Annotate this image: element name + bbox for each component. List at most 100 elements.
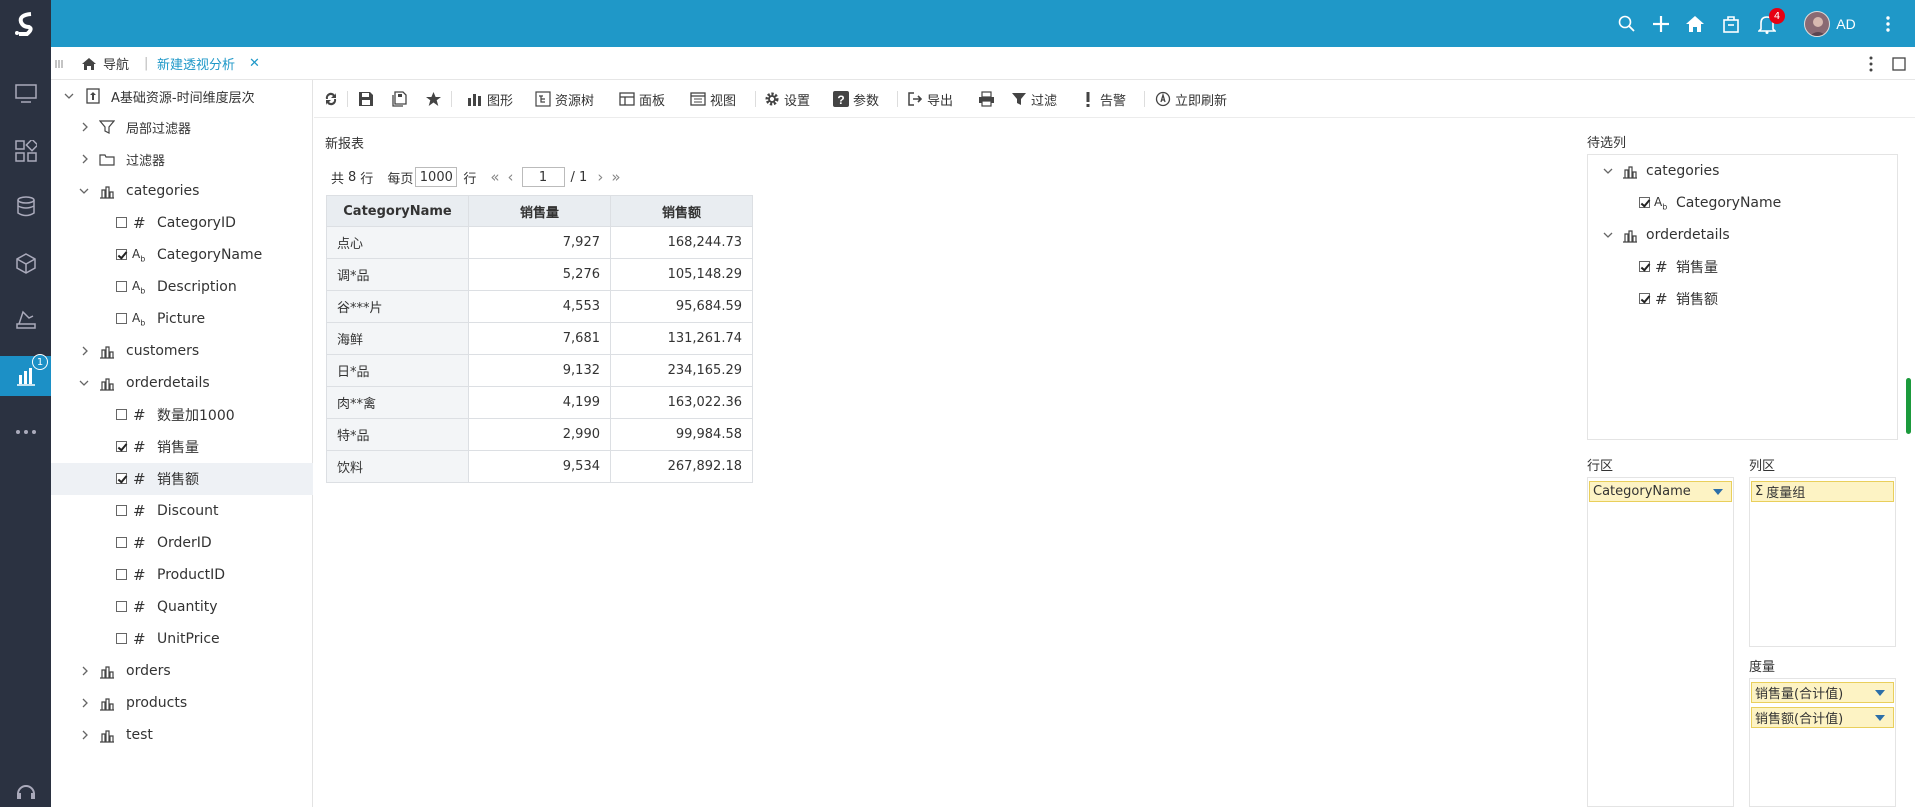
table-cell[interactable]: 7,927	[468, 226, 611, 259]
chart-button[interactable]: 图形	[467, 89, 513, 109]
save-as-icon[interactable]	[392, 89, 412, 109]
tree-table-categories[interactable]: categories	[51, 175, 313, 207]
table-cell[interactable]: 海鲜	[326, 322, 469, 355]
table-cell[interactable]: 肉**禽	[326, 386, 469, 419]
tree-field[interactable]: Ab Picture	[51, 303, 313, 335]
app-logo[interactable]	[0, 0, 51, 47]
chevron-right-icon[interactable]	[79, 697, 91, 709]
table-cell[interactable]: 9,132	[468, 354, 611, 387]
field-checkbox[interactable]	[116, 441, 127, 452]
field-checkbox[interactable]	[1639, 261, 1650, 272]
tree-field[interactable]: # OrderID	[51, 527, 313, 559]
column-header[interactable]: 销售量	[468, 195, 611, 227]
tree-field-selected[interactable]: # 销售额	[51, 463, 313, 495]
candidate-table-orderdetails[interactable]: orderdetails	[1588, 219, 1897, 251]
monitor-icon[interactable]	[0, 74, 51, 114]
chevron-down-icon[interactable]	[78, 185, 90, 197]
chevron-right-icon[interactable]	[79, 729, 91, 741]
measure-zone[interactable]: 销售量(合计值) 销售额(合计值)	[1749, 678, 1896, 807]
measure-pill[interactable]: 销售额(合计值)	[1751, 707, 1894, 728]
table-cell[interactable]: 95,684.59	[610, 290, 753, 323]
table-cell[interactable]: 9,534	[468, 450, 611, 483]
table-cell[interactable]: 饮料	[326, 450, 469, 483]
view-button[interactable]: 视图	[690, 89, 736, 109]
field-checkbox[interactable]	[116, 313, 127, 324]
column-zone[interactable]: Σ 度量组	[1749, 477, 1896, 647]
row-zone[interactable]: CategoryName	[1587, 477, 1734, 807]
table-cell[interactable]: 4,199	[468, 386, 611, 419]
table-cell[interactable]: 日*品	[326, 354, 469, 387]
refresh-icon[interactable]	[323, 89, 343, 109]
next-page-icon[interactable]: ›	[597, 168, 603, 186]
candidate-table-categories[interactable]: categories	[1588, 155, 1897, 187]
chevron-down-icon[interactable]	[1602, 165, 1614, 177]
params-button[interactable]: ? 参数	[833, 89, 879, 109]
table-cell[interactable]: 267,892.18	[610, 450, 753, 483]
package-icon[interactable]	[1719, 12, 1743, 36]
chevron-right-icon[interactable]	[79, 153, 91, 165]
support-icon[interactable]	[0, 772, 51, 812]
table-cell[interactable]: 谷***片	[326, 290, 469, 323]
field-checkbox[interactable]	[116, 601, 127, 612]
field-checkbox[interactable]	[116, 505, 127, 516]
candidate-field[interactable]: Ab CategoryName	[1588, 187, 1897, 219]
field-checkbox[interactable]	[116, 217, 127, 228]
field-checkbox[interactable]	[1639, 197, 1650, 208]
last-page-icon[interactable]: »	[611, 168, 620, 186]
graduation-icon[interactable]	[0, 299, 51, 339]
table-cell[interactable]: 7,681	[468, 322, 611, 355]
tree-table-customers[interactable]: customers	[51, 335, 313, 367]
field-checkbox[interactable]	[116, 633, 127, 644]
close-icon[interactable]: ✕	[249, 56, 260, 71]
tree-table-orderdetails[interactable]: orderdetails	[51, 367, 313, 399]
filter-button[interactable]: 过滤	[1011, 89, 1057, 109]
table-cell[interactable]: 234,165.29	[610, 354, 753, 387]
chevron-down-icon[interactable]	[1875, 690, 1885, 696]
tree-table-test[interactable]: test	[51, 719, 313, 751]
tree-field[interactable]: # Quantity	[51, 591, 313, 623]
scrollbar-thumb[interactable]	[1906, 378, 1911, 434]
chevron-right-icon[interactable]	[79, 121, 91, 133]
table-cell[interactable]: 2,990	[468, 418, 611, 451]
database-icon[interactable]	[0, 187, 51, 227]
save-icon[interactable]	[358, 89, 378, 109]
table-cell[interactable]: 调*品	[326, 258, 469, 291]
tree-field[interactable]: # UnitPrice	[51, 623, 313, 655]
refresh-now-button[interactable]: 立即刷新	[1155, 89, 1227, 109]
tree-field[interactable]: Ab CategoryName	[51, 239, 313, 271]
tree-field[interactable]: # 数量加1000	[51, 399, 313, 431]
table-cell[interactable]: 点心	[326, 226, 469, 259]
kebab-menu-icon[interactable]	[1881, 12, 1895, 36]
user-name[interactable]: AD	[1829, 12, 1863, 36]
table-cell[interactable]: 131,261.74	[610, 322, 753, 355]
field-checkbox[interactable]	[1639, 293, 1650, 304]
tree-filter[interactable]: 过滤器	[51, 143, 313, 175]
more-icon[interactable]	[0, 412, 51, 452]
tree-field[interactable]: # Discount	[51, 495, 313, 527]
dashboard-icon[interactable]	[0, 131, 51, 171]
settings-button[interactable]: 设置	[764, 89, 810, 109]
field-checkbox[interactable]	[116, 569, 127, 580]
tree-field[interactable]: # ProductID	[51, 559, 313, 591]
field-checkbox[interactable]	[116, 409, 127, 420]
table-cell[interactable]: 5,276	[468, 258, 611, 291]
table-cell[interactable]: 4,553	[468, 290, 611, 323]
table-cell[interactable]: 特*品	[326, 418, 469, 451]
prev-page-icon[interactable]: ‹	[508, 168, 514, 186]
chevron-down-icon[interactable]	[78, 377, 90, 389]
add-icon[interactable]	[1649, 12, 1673, 36]
tab-kebab-icon[interactable]	[1869, 47, 1873, 80]
first-page-icon[interactable]: «	[490, 168, 499, 186]
tree-local-filter[interactable]: 局部过滤器	[51, 111, 313, 143]
field-checkbox[interactable]	[116, 537, 127, 548]
tree-field[interactable]: # CategoryID	[51, 207, 313, 239]
tree-table-orders[interactable]: orders	[51, 655, 313, 687]
home-icon[interactable]	[1683, 12, 1707, 36]
field-checkbox[interactable]	[116, 281, 127, 292]
tab-new-pivot[interactable]: 新建透视分析 ✕	[157, 47, 260, 80]
column-header[interactable]: 销售额	[610, 195, 753, 227]
field-checkbox[interactable]	[116, 473, 127, 484]
tree-field[interactable]: # 销售量	[51, 431, 313, 463]
table-cell[interactable]: 99,984.58	[610, 418, 753, 451]
panel-button[interactable]: 面板	[619, 89, 665, 109]
